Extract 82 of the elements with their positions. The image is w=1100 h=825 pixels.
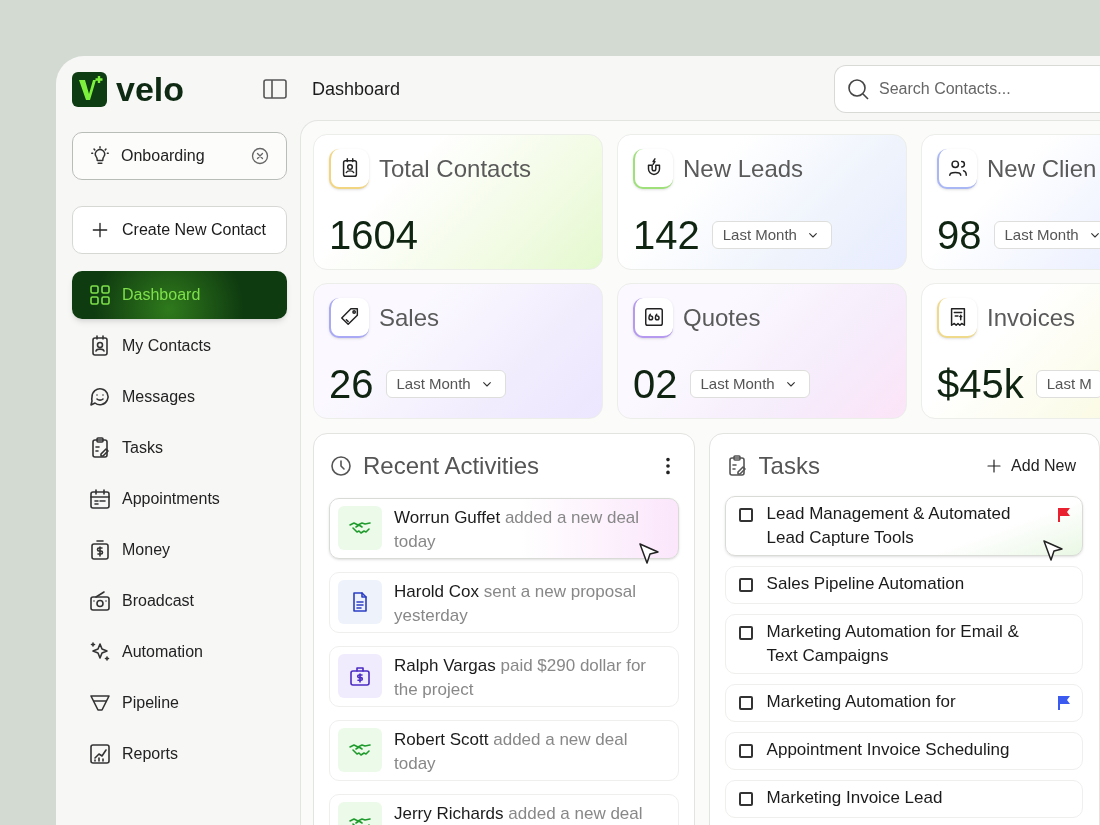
lightbulb-icon [89, 145, 111, 167]
stat-title: New Leads [683, 154, 804, 184]
panel-title: Tasks [758, 451, 821, 481]
task-label: Appointment Invoice Scheduling [766, 739, 1010, 761]
calendar-icon [88, 487, 112, 511]
sidebar-toggle-icon[interactable] [263, 79, 287, 99]
onboarding-chip[interactable]: Onboarding [72, 132, 287, 180]
radio-icon [88, 589, 112, 613]
checkbox[interactable] [738, 626, 753, 640]
sidebar-nav-item[interactable]: Messages [72, 373, 287, 421]
page-title: Dashboard [312, 77, 401, 101]
task-label: Marketing Automation for [766, 691, 956, 713]
chat-icon [88, 385, 112, 409]
stat-value: 02 [633, 361, 678, 408]
clock-icon [329, 454, 353, 478]
sidebar-nav-item[interactable]: Appointments [72, 475, 287, 523]
search-icon [846, 77, 870, 101]
brand-name: velo [116, 72, 185, 106]
task-label: Marketing Invoice Lead [766, 787, 943, 809]
task-item[interactable]: Marketing Invoice Lead [724, 780, 1083, 818]
checkbox[interactable] [738, 578, 753, 592]
task-label: Lead Management & Automated Lead Capture Tools [766, 503, 1012, 549]
activity-text: Ralph Vargas paid $290 dollar for the project [394, 655, 648, 701]
activity-item[interactable]: Harold Cox sent a new proposal yesterday [329, 572, 679, 633]
sidebar-nav-item[interactable]: Automation [72, 628, 287, 676]
task-label: Sales Pipeline Automation [766, 573, 965, 595]
stat-title: New Clien [987, 154, 1097, 184]
task-item[interactable]: Marketing Automation for [724, 684, 1083, 722]
grid-icon [88, 283, 112, 307]
chart-icon [88, 742, 112, 766]
period-dropdown[interactable]: Last Month [711, 221, 832, 249]
checkbox[interactable] [738, 744, 753, 758]
plus-icon [90, 220, 110, 240]
activity-item[interactable]: Jerry Richards added a new deal [329, 794, 679, 825]
period-dropdown[interactable]: Last Month [993, 221, 1100, 249]
search-field[interactable]: Search Contacts... [834, 65, 1100, 113]
checkbox[interactable] [738, 696, 753, 710]
period-dropdown[interactable]: Last Month [689, 370, 810, 398]
stat-title: Invoices [987, 303, 1076, 333]
create-contact-button[interactable]: Create New Contact [72, 206, 287, 254]
task-item[interactable]: Appointment Invoice Scheduling [724, 732, 1083, 770]
sidebar-nav-item[interactable]: Reports [72, 730, 287, 778]
cursor-icon [1041, 539, 1064, 563]
stat-value: 26 [329, 361, 374, 408]
checkbox[interactable] [738, 508, 753, 522]
briefcase-dollar-icon [348, 664, 372, 688]
period-dropdown[interactable]: Last Month [385, 370, 506, 398]
add-new-button[interactable]: Add New [985, 454, 1076, 478]
task-item[interactable]: Sales Pipeline Automation [724, 566, 1083, 604]
activity-text: Robert Scott added a new deal today [394, 729, 629, 775]
sidebar-nav-item[interactable]: Tasks [72, 424, 287, 472]
activity-item[interactable]: Robert Scott added a new deal today [329, 720, 679, 781]
sidebar-nav-item[interactable]: Pipeline [72, 679, 287, 727]
sidebar-nav-item[interactable]: My Contacts [72, 322, 287, 370]
stat-value: 1604 [329, 212, 418, 259]
stat-title: Quotes [683, 303, 761, 333]
sidebar-nav-item[interactable]: Dashboard [72, 271, 287, 319]
sparkle-icon [88, 640, 112, 664]
stat-title: Total Contacts [379, 154, 532, 184]
stat-value: 98 [937, 212, 982, 259]
users-icon [947, 157, 969, 179]
activity-text: Worrun Guffet added a new deal today [394, 507, 641, 553]
close-icon[interactable] [250, 146, 270, 166]
logo-icon [72, 71, 107, 107]
panel-title: Recent Activities [363, 451, 541, 481]
money-bag-icon [88, 538, 112, 562]
onboarding-label: Onboarding [121, 146, 206, 166]
sidebar-nav-item[interactable]: Money [72, 526, 287, 574]
sidebar-nav-item[interactable]: Broadcast [72, 577, 287, 625]
checkbox[interactable] [738, 792, 753, 806]
stat-title: Sales [379, 303, 440, 333]
stat-value: 142 [633, 212, 700, 259]
task-item[interactable]: Marketing Automation for Email & Text Campaigns [724, 614, 1083, 674]
quote-icon [643, 306, 665, 328]
activity-item[interactable]: Ralph Vargas paid $290 dollar for the project [329, 646, 679, 707]
activity-text: Harold Cox sent a new proposal yesterday [394, 581, 637, 627]
tag-icon [339, 306, 361, 328]
period-dropdown[interactable]: Last M [1035, 370, 1100, 398]
task-label: Marketing Automation for Email & Text Campaigns [766, 621, 1020, 667]
activity-text: Jerry Richards added a new deal [394, 803, 644, 825]
stat-value: $45k [937, 361, 1024, 408]
cursor-icon [637, 542, 660, 566]
